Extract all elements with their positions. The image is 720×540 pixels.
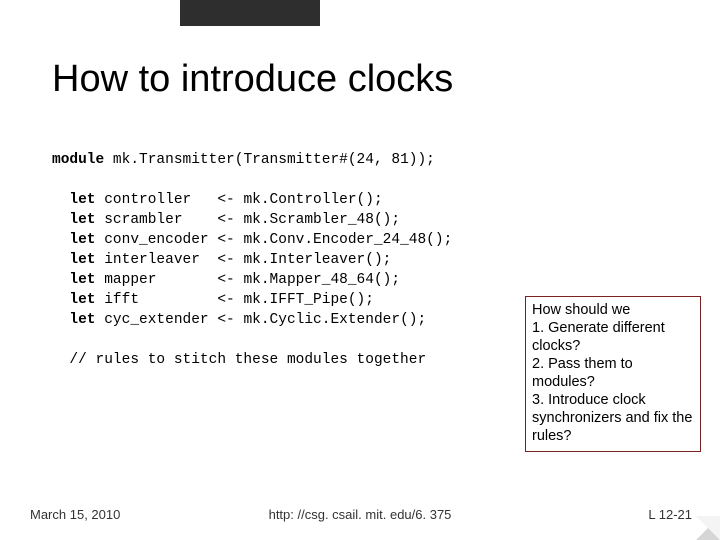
code-comment: // rules to stitch these modules togethe… xyxy=(69,352,426,368)
side-question: How should we xyxy=(532,301,694,319)
side-point-1: 1. Generate different clocks? xyxy=(532,319,694,355)
side-point-3: 3. Introduce clock synchronizers and fix… xyxy=(532,391,694,445)
code-block: module mk.Transmitter(Transmitter#(24, 8… xyxy=(52,150,452,370)
keyword-let: let xyxy=(69,272,95,288)
keyword-let: let xyxy=(69,312,95,328)
code-line: cyc_extender <- mk.Cyclic.Extender(); xyxy=(96,312,427,328)
code-line: scrambler <- mk.Scrambler_48(); xyxy=(96,212,401,228)
side-question-box: How should we 1. Generate different cloc… xyxy=(525,296,701,452)
code-line: mapper <- mk.Mapper_48_64(); xyxy=(96,272,401,288)
keyword-let: let xyxy=(69,192,95,208)
keyword-let: let xyxy=(69,232,95,248)
code-line: interleaver <- mk.Interleaver(); xyxy=(96,252,392,268)
code-line: ifft <- mk.IFFT_Pipe(); xyxy=(96,292,374,308)
code-line: conv_encoder <- mk.Conv.Encoder_24_48(); xyxy=(96,232,453,248)
keyword-let: let xyxy=(69,252,95,268)
footer-page-number: L 12-21 xyxy=(648,507,692,522)
decorative-tab xyxy=(180,0,320,26)
module-declaration: mk.Transmitter(Transmitter#(24, 81)); xyxy=(104,152,435,168)
keyword-module: module xyxy=(52,152,104,168)
slide-title: How to introduce clocks xyxy=(52,58,453,101)
code-line: controller <- mk.Controller(); xyxy=(96,192,383,208)
footer-url: http: //csg. csail. mit. edu/6. 375 xyxy=(0,507,720,522)
page-curl-icon xyxy=(696,516,720,540)
side-point-2: 2. Pass them to modules? xyxy=(532,355,694,391)
keyword-let: let xyxy=(69,212,95,228)
keyword-let: let xyxy=(69,292,95,308)
